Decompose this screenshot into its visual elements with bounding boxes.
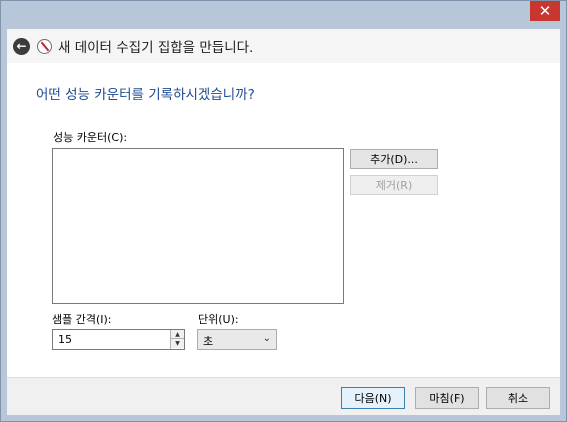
sample-interval-spinner[interactable]: 15 ▲ ▼ [52,329,185,350]
unit-select-value: 초 [203,335,214,348]
add-counter-button[interactable]: 추가(D)... [350,149,438,169]
chevron-down-icon: ⌄ [262,333,271,344]
page-question: 어떤 성능 카운터를 기록하시겠습니까? [36,87,255,103]
spin-down-icon[interactable]: ▼ [171,339,184,348]
performance-counters-list[interactable] [52,148,344,304]
next-button[interactable]: 다음(N) [341,387,405,409]
performance-counters-label: 성능 카운터(C): [53,131,128,144]
spin-up-icon[interactable]: ▲ [171,330,184,339]
title-bar: ✕ [1,1,566,29]
wizard-header: ← 새 데이터 수집기 집합을 만듭니다. [7,29,560,63]
unit-label: 단위(U): [198,313,239,326]
sample-interval-value[interactable]: 15 [58,333,72,346]
remove-counter-button[interactable]: 제거(R) [350,175,438,195]
close-button[interactable]: ✕ [530,1,560,21]
sample-interval-label: 샘플 간격(I): [52,313,112,326]
wizard-title: 새 데이터 수집기 집합을 만듭니다. [58,40,254,56]
back-arrow-icon[interactable]: ← [13,37,30,55]
wizard-footer: 다음(N) 마침(F) 취소 [7,377,560,415]
cancel-button[interactable]: 취소 [486,387,550,409]
wizard-window: ✕ ← 새 데이터 수집기 집합을 만듭니다. 어떤 성능 카운터를 기록하시겠… [0,0,567,422]
spinner-buttons: ▲ ▼ [170,330,184,349]
unit-select[interactable]: 초 ⌄ [197,329,277,350]
wizard-content: 어떤 성능 카운터를 기록하시겠습니까? 성능 카운터(C): 추가(D)...… [7,63,560,377]
performance-wizard-icon [37,38,52,54]
finish-button[interactable]: 마침(F) [415,387,479,409]
